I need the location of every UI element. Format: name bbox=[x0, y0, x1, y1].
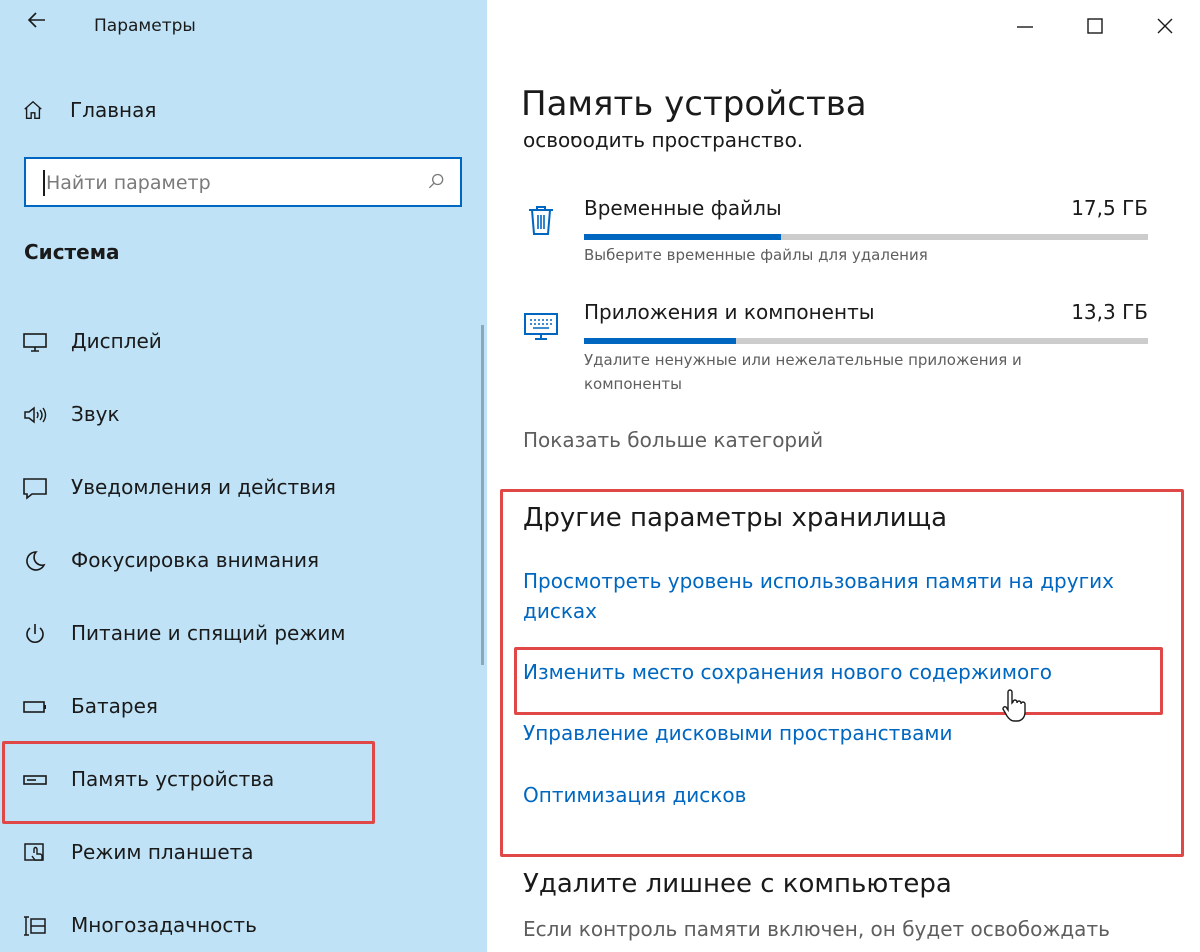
highlight-sidebar-storage bbox=[2, 741, 375, 824]
minimize-icon[interactable] bbox=[1007, 8, 1043, 44]
app-title: Параметры bbox=[94, 16, 196, 36]
trash-icon bbox=[529, 206, 553, 235]
sidebar-item-focus[interactable]: Фокусировка внимания bbox=[0, 541, 487, 581]
category-description: Удалите ненужные или нежелательные прило… bbox=[584, 351, 1022, 393]
sidebar-item-battery[interactable]: Батарея bbox=[0, 687, 487, 727]
nav-home-label: Главная bbox=[70, 98, 157, 122]
search-input[interactable]: Найти параметр bbox=[24, 157, 462, 207]
apps-keyboard-icon bbox=[524, 313, 558, 340]
search-icon[interactable] bbox=[426, 172, 446, 192]
text-caret bbox=[43, 170, 45, 196]
highlight-change-save-location bbox=[514, 647, 1163, 715]
sidebar-item-label: Фокусировка внимания bbox=[71, 548, 320, 572]
close-icon[interactable] bbox=[1147, 8, 1183, 44]
usage-bar-fill bbox=[584, 338, 737, 344]
home-icon bbox=[24, 100, 42, 119]
hand-pointer-cursor-icon bbox=[1002, 689, 1026, 722]
sidebar-item-sound[interactable]: Звук bbox=[0, 395, 487, 435]
sidebar-item-power[interactable]: Питание и спящий режим bbox=[0, 614, 487, 654]
title-bar: Параметры bbox=[0, 0, 487, 50]
cleanup-text: Если контроль памяти включен, он будет о… bbox=[523, 917, 1110, 941]
section-title: Система bbox=[24, 240, 120, 264]
usage-bar bbox=[584, 234, 1148, 240]
tablet-icon bbox=[24, 843, 44, 861]
moon-icon bbox=[26, 551, 46, 571]
sidebar-item-display[interactable]: Дисплей bbox=[0, 322, 487, 362]
multitask-icon bbox=[24, 916, 46, 936]
sidebar-item-multitasking[interactable]: Многозадачность bbox=[0, 906, 487, 946]
usage-bar-fill bbox=[584, 234, 782, 240]
sidebar-item-label: Дисплей bbox=[71, 329, 162, 353]
clipped-text: освободить пространство. bbox=[523, 136, 804, 152]
search-placeholder: Найти параметр bbox=[46, 172, 211, 194]
category-size: 13,3 ГБ bbox=[1071, 300, 1148, 324]
back-arrow-icon[interactable] bbox=[22, 8, 52, 38]
maximize-icon[interactable] bbox=[1077, 8, 1113, 44]
category-description: Выберите временные файлы для удаления bbox=[584, 246, 928, 264]
sidebar-item-label: Многозадачность bbox=[71, 913, 257, 937]
category-size: 17,5 ГБ bbox=[1071, 196, 1148, 220]
clipped-text-line: освободить пространство. bbox=[523, 136, 923, 156]
sidebar-item-label: Звук bbox=[71, 402, 120, 426]
power-icon bbox=[26, 624, 44, 643]
category-name: Временные файлы bbox=[584, 196, 782, 220]
cleanup-title: Удалите лишнее с компьютера bbox=[523, 869, 952, 899]
sidebar-item-notifications[interactable]: Уведомления и действия bbox=[0, 468, 487, 508]
sidebar-scrollbar[interactable] bbox=[481, 325, 484, 665]
sidebar-item-tablet[interactable]: Режим планшета bbox=[0, 833, 487, 873]
sidebar-item-label: Батарея bbox=[71, 694, 158, 718]
speaker-icon bbox=[24, 406, 47, 424]
notification-icon bbox=[23, 478, 47, 500]
usage-bar bbox=[584, 338, 1148, 344]
show-more-categories-link[interactable]: Показать больше категорий bbox=[523, 428, 823, 452]
sidebar-item-label: Уведомления и действия bbox=[71, 475, 336, 499]
category-name: Приложения и компоненты bbox=[584, 300, 875, 324]
page-title: Память устройства bbox=[521, 84, 867, 124]
sidebar-item-label: Режим планшета bbox=[71, 840, 254, 864]
nav-home[interactable]: Главная bbox=[22, 95, 156, 125]
sidebar-item-label: Питание и спящий режим bbox=[71, 621, 346, 645]
battery-icon bbox=[23, 701, 46, 713]
display-icon bbox=[23, 333, 47, 352]
